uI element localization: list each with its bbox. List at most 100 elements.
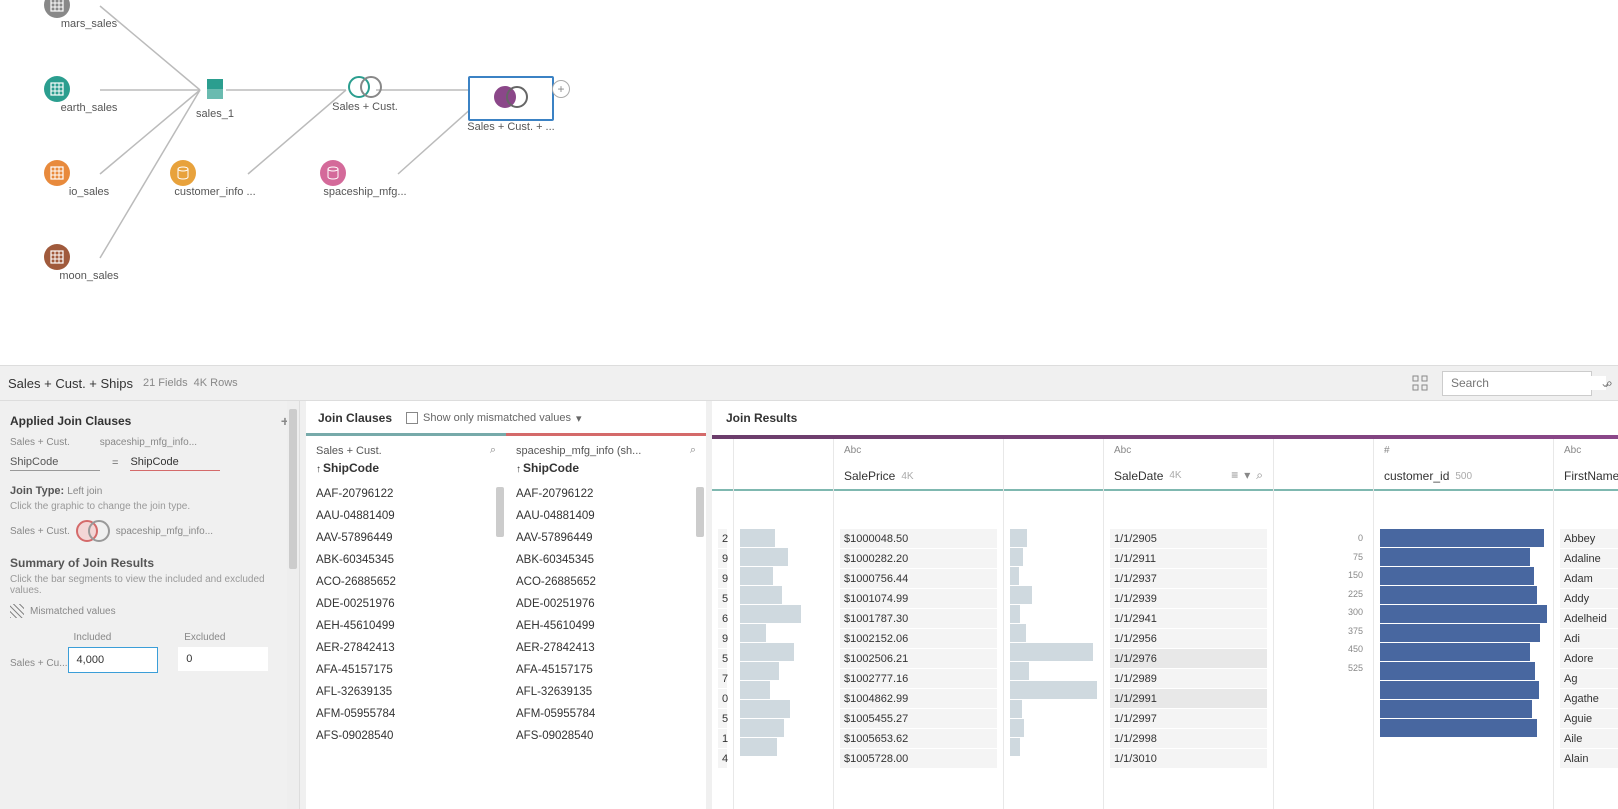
cell[interactable]: $1005728.00 (840, 749, 997, 768)
search-input[interactable] (1451, 376, 1606, 390)
cell[interactable]: 1/1/2937 (1110, 569, 1267, 588)
scrollbar[interactable] (696, 487, 704, 537)
cell[interactable]: $1000756.44 (840, 569, 997, 588)
list-item[interactable]: AEH-45610499 (506, 615, 706, 637)
flow-node-customer_info[interactable]: customer_info ... (170, 160, 260, 198)
excluded-label: Excluded (178, 628, 289, 647)
results-col-SalePrice[interactable]: AbcSalePrice4K$1000048.50$1000282.20$100… (834, 439, 1004, 809)
cell[interactable]: $1005653.62 (840, 729, 997, 748)
detail-panels: Applied Join Clauses + Sales + Cust. spa… (0, 401, 1618, 809)
summary-row-label: Sales + Cu... (10, 628, 68, 673)
cell[interactable]: 1/1/2956 (1110, 629, 1267, 648)
cell[interactable]: Adam (1560, 569, 1618, 588)
flow-node-sales_1[interactable]: sales_1 (170, 76, 260, 120)
cell[interactable]: $1002152.06 (840, 629, 997, 648)
scrollbar[interactable] (496, 487, 504, 537)
list-item[interactable]: AER-27842413 (506, 637, 706, 659)
cell[interactable]: Adi (1560, 629, 1618, 648)
list-item[interactable]: AAV-57896449 (306, 527, 506, 549)
cell[interactable]: $1001074.99 (840, 589, 997, 608)
cell[interactable]: 1/1/2941 (1110, 609, 1267, 628)
flow-node-spaceship_mfg[interactable]: spaceship_mfg... (320, 160, 410, 198)
list-item[interactable]: AFS-09028540 (306, 725, 506, 747)
cell[interactable]: 1/1/2998 (1110, 729, 1267, 748)
left-scrollbar[interactable] (287, 401, 299, 809)
included-value[interactable]: 4,000 (68, 647, 158, 673)
cell[interactable]: $1001787.30 (840, 609, 997, 628)
caret-down-icon[interactable]: ▾ (1244, 468, 1250, 483)
list-item[interactable]: AFM-05955784 (506, 703, 706, 725)
cell[interactable]: $1005455.27 (840, 709, 997, 728)
list-item[interactable]: ACO-26885652 (506, 571, 706, 593)
flow-node-sales_cust_ships[interactable]: Sales + Cust. + ... (466, 76, 556, 133)
cell[interactable]: 1/1/2911 (1110, 549, 1267, 568)
list-item[interactable]: AFA-45157175 (306, 659, 506, 681)
clause-field1[interactable]: ShipCode (10, 454, 100, 471)
list-item[interactable]: AAU-04881409 (306, 505, 506, 527)
results-col-customer_id[interactable]: #customer_id500 (1374, 439, 1554, 809)
list-item[interactable]: AER-27842413 (306, 637, 506, 659)
cell[interactable]: 1/1/2989 (1110, 669, 1267, 688)
search-box[interactable]: ⌕ (1442, 371, 1592, 396)
flow-node-earth_sales[interactable]: earth_sales (44, 76, 134, 114)
grid-view-icon[interactable] (1412, 375, 1428, 391)
cell[interactable]: $1000048.50 (840, 529, 997, 548)
join-type-label: Join Type: (10, 485, 64, 497)
list-item[interactable]: ACO-26885652 (306, 571, 506, 593)
flow-node-io_sales[interactable]: io_sales (44, 160, 134, 198)
list-item[interactable]: AFL-32639135 (306, 681, 506, 703)
list-item[interactable]: AAF-20796122 (506, 483, 706, 505)
cell[interactable]: Abbey (1560, 529, 1618, 548)
cell[interactable]: Addy (1560, 589, 1618, 608)
list-item[interactable]: ABK-60345345 (506, 549, 706, 571)
results-col-edge: 299569570514 (712, 439, 734, 809)
join-clause-row[interactable]: ShipCode = ShipCode (10, 454, 289, 471)
list-item[interactable]: AEH-45610499 (306, 615, 506, 637)
search-icon[interactable]: ⌕ (490, 444, 496, 457)
expand-caret-icon[interactable]: ⌄ (1600, 376, 1610, 390)
flow-canvas[interactable]: mars_sales earth_sales io_sales moon_sales s… (0, 0, 1618, 365)
cell[interactable]: Agathe (1560, 689, 1618, 708)
flow-node-moon_sales[interactable]: moon_sales (44, 244, 134, 282)
cell[interactable]: Aile (1560, 729, 1618, 748)
list-item[interactable]: AFA-45157175 (506, 659, 706, 681)
cell[interactable]: 1/1/2991 (1110, 689, 1267, 708)
results-col-SaleDate[interactable]: AbcSaleDate4K≡▾⌕1/1/29051/1/29111/1/2937… (1104, 439, 1274, 809)
list-item[interactable]: AAF-20796122 (306, 483, 506, 505)
list-item[interactable]: AFL-32639135 (506, 681, 706, 703)
cell[interactable]: Adaline (1560, 549, 1618, 568)
search-icon[interactable]: ⌕ (1256, 468, 1263, 483)
cell[interactable]: 1/1/2939 (1110, 589, 1267, 608)
cell[interactable]: $1004862.99 (840, 689, 997, 708)
list-item[interactable]: ADE-00251976 (506, 593, 706, 615)
cell[interactable]: Aguie (1560, 709, 1618, 728)
sort-icon[interactable]: ≡ (1231, 468, 1238, 483)
cell[interactable]: $1002506.21 (840, 649, 997, 668)
list-item[interactable]: ABK-60345345 (306, 549, 506, 571)
cell[interactable]: 1/1/2905 (1110, 529, 1267, 548)
cell[interactable]: Ag (1560, 669, 1618, 688)
cell[interactable]: 1/1/2976 (1110, 649, 1267, 668)
cell[interactable]: $1000282.20 (840, 549, 997, 568)
mismatched-legend: Mismatched values (10, 604, 289, 618)
search-icon[interactable]: ⌕ (690, 444, 696, 457)
join-type-diagram[interactable]: Sales + Cust. spaceship_mfg_info... (10, 520, 289, 542)
add-step-button[interactable]: + (552, 80, 570, 98)
list-item[interactable]: AFS-09028540 (506, 725, 706, 747)
cell[interactable]: Adore (1560, 649, 1618, 668)
cell[interactable]: 1/1/3010 (1110, 749, 1267, 768)
step-title: Sales + Cust. + Ships (8, 376, 133, 391)
list-item[interactable]: AAV-57896449 (506, 527, 706, 549)
flow-node-mars_sales[interactable]: mars_sales (44, 0, 134, 30)
cell[interactable]: Adelheid (1560, 609, 1618, 628)
show-mismatched-checkbox[interactable]: Show only mismatched values ▾ (406, 412, 582, 425)
flow-node-sales_cust[interactable]: Sales + Cust. (320, 76, 410, 113)
clause-field2[interactable]: ShipCode (130, 454, 220, 471)
results-col-FirstName[interactable]: AbcFirstName485AbbeyAdalineAdamAddyAdelh… (1554, 439, 1618, 809)
cell[interactable]: $1002777.16 (840, 669, 997, 688)
list-item[interactable]: AAU-04881409 (506, 505, 706, 527)
list-item[interactable]: ADE-00251976 (306, 593, 506, 615)
cell[interactable]: 1/1/2997 (1110, 709, 1267, 728)
cell[interactable]: Alain (1560, 749, 1618, 768)
list-item[interactable]: AFM-05955784 (306, 703, 506, 725)
